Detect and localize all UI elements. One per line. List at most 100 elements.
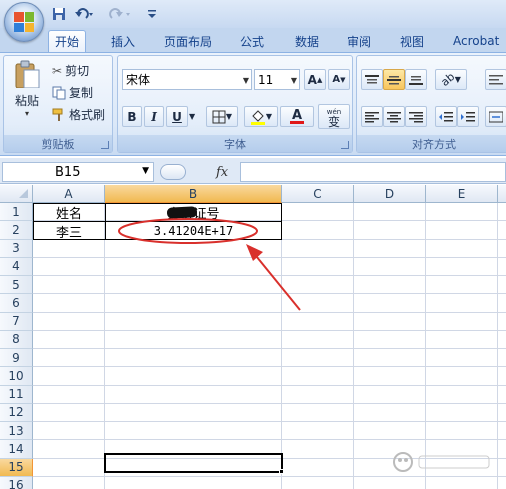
increase-indent-button[interactable] [457, 106, 479, 127]
column-header-c[interactable]: C [282, 185, 354, 203]
font-group-label: 字体 [118, 135, 352, 152]
save-icon[interactable] [50, 5, 68, 22]
undo-icon[interactable] [72, 5, 96, 22]
active-cell-b15[interactable] [104, 453, 283, 473]
increase-indent-icon [461, 111, 475, 121]
chevron-down-icon[interactable]: ▼ [189, 112, 195, 121]
row-header-7[interactable]: 7 [0, 312, 33, 331]
font-name-combo[interactable]: 宋体 ▼ [122, 69, 252, 90]
grow-font-button[interactable]: A ▲ [304, 69, 326, 90]
paste-icon [15, 60, 40, 88]
office-logo-icon [14, 12, 34, 32]
insert-function-button[interactable]: fx [216, 165, 228, 180]
row-header-4[interactable]: 4 [0, 257, 33, 276]
annotation-overlay [118, 218, 301, 311]
format-painter-button[interactable]: 格式刷 [52, 106, 105, 123]
annotation-arrow-head [246, 244, 263, 261]
row-header-12[interactable]: 12 [0, 403, 33, 422]
font-color-letter: A [291, 107, 303, 123]
align-left-button[interactable] [361, 106, 383, 127]
row-header-13[interactable]: 13 [0, 422, 33, 441]
tab-page-layout[interactable]: 页面布局 [158, 30, 218, 52]
tab-review[interactable]: 审阅 [341, 30, 377, 52]
alignment-group-label: 对齐方式 [357, 135, 506, 152]
align-top-icon [365, 74, 379, 83]
row-header-6[interactable]: 6 [0, 294, 33, 313]
phonetic-button[interactable]: wén 变 [318, 104, 350, 129]
tab-insert[interactable]: 插入 [105, 30, 141, 52]
cell-a1[interactable]: 姓名 [33, 203, 105, 222]
underline-button[interactable]: U [166, 106, 188, 127]
alignment-group: ab ▼ 对齐方式 [356, 55, 506, 153]
shrink-font-button[interactable]: A ▼ [328, 69, 350, 90]
row-header-8[interactable]: 8 [0, 330, 33, 349]
row-header-16[interactable]: 16 [0, 476, 33, 489]
cell-a2[interactable]: 李三 [33, 222, 105, 241]
row-header-1[interactable]: 1 [0, 203, 33, 222]
row-header-10[interactable]: 10 [0, 367, 33, 386]
select-all-corner[interactable] [0, 185, 33, 203]
copy-button[interactable]: 复制 [52, 84, 93, 101]
font-size-combo[interactable]: 11 ▼ [254, 69, 300, 90]
office-button[interactable] [4, 2, 44, 42]
tab-acrobat[interactable]: Acrobat [447, 30, 505, 52]
clipboard-group: 粘贴 ▾ ✂ 剪切 复制 格式刷 剪贴板 [3, 55, 113, 153]
cut-button[interactable]: ✂ 剪切 [52, 62, 89, 79]
tab-view[interactable]: 视图 [394, 30, 430, 52]
align-top-button[interactable] [361, 69, 383, 90]
wrap-text-icon [489, 74, 503, 84]
tab-formulas[interactable]: 公式 [234, 30, 270, 52]
merge-center-button[interactable] [485, 106, 506, 127]
row-header-2[interactable]: 2 [0, 221, 33, 240]
bold-button[interactable]: B [122, 106, 142, 127]
row-header-11[interactable]: 11 [0, 385, 33, 404]
align-bottom-button[interactable] [405, 69, 427, 90]
font-group: 宋体 ▼ 11 ▼ A ▲ A ▼ B I U ▼ ▼ ▼ A wén 变 字体 [117, 55, 353, 153]
decrease-indent-icon [439, 111, 453, 121]
fill-handle[interactable] [279, 469, 284, 474]
row-header-5[interactable]: 5 [0, 276, 33, 295]
format-painter-label: 格式刷 [69, 108, 106, 122]
formula-tools: fx [158, 162, 236, 182]
fill-color-button[interactable]: ▼ [244, 106, 278, 127]
column-header-e[interactable]: E [426, 185, 498, 203]
tab-home[interactable]: 开始 [48, 30, 87, 52]
row-header-15[interactable]: 15 [0, 458, 33, 477]
font-name-value: 宋体 [126, 73, 151, 87]
scissors-icon: ✂ [52, 63, 63, 78]
watermark-logo [380, 446, 500, 476]
merge-icon [489, 111, 503, 122]
formula-input[interactable] [240, 162, 506, 182]
align-middle-button[interactable] [383, 69, 405, 90]
name-box[interactable]: B15 ▼ [2, 162, 154, 182]
ribbon: 粘贴 ▾ ✂ 剪切 复制 格式刷 剪贴板 宋体 ▼ 11 ▼ A ▲ A ▼ B I U … [0, 52, 506, 156]
paste-button[interactable]: 粘贴 ▾ [10, 60, 44, 118]
align-bottom-icon [409, 75, 423, 85]
align-center-button[interactable] [383, 106, 405, 127]
customize-icon[interactable] [146, 5, 158, 22]
redo-icon[interactable] [104, 5, 134, 22]
align-center-icon [387, 111, 401, 122]
italic-button[interactable]: I [144, 106, 164, 127]
clipboard-dialog-launcher-icon[interactable] [101, 141, 109, 149]
wrap-text-button[interactable] [485, 69, 506, 90]
orientation-icon: ab [438, 70, 458, 89]
font-dialog-launcher-icon[interactable] [341, 141, 349, 149]
row-header-3[interactable]: 3 [0, 239, 33, 258]
column-header-b[interactable]: B [105, 185, 282, 203]
phonetic-char: 变 [327, 114, 340, 129]
font-color-button[interactable]: A [280, 106, 314, 127]
chevron-down-icon[interactable]: ▼ [142, 166, 149, 176]
column-header-f[interactable] [498, 185, 506, 203]
tab-data[interactable]: 数据 [289, 30, 325, 52]
decrease-indent-button[interactable] [435, 106, 457, 127]
align-middle-icon [387, 75, 401, 84]
formula-splitter-handle[interactable] [160, 164, 186, 180]
align-right-button[interactable] [405, 106, 427, 127]
orientation-button[interactable]: ab ▼ [435, 69, 467, 90]
borders-button[interactable]: ▼ [206, 106, 238, 127]
row-header-9[interactable]: 9 [0, 349, 33, 368]
row-header-14[interactable]: 14 [0, 440, 33, 459]
column-header-d[interactable]: D [354, 185, 426, 203]
column-header-a[interactable]: A [33, 185, 105, 203]
